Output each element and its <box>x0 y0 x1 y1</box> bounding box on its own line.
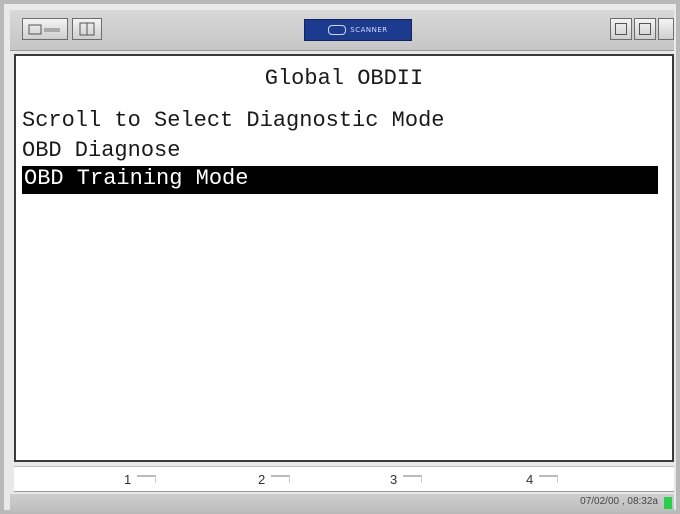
softkey-4-label: 4 <box>526 471 534 487</box>
softkey-icon <box>137 475 157 483</box>
softkey-3-label: 3 <box>390 471 398 487</box>
menu-item-obd-training-mode[interactable]: OBD Training Mode <box>22 166 658 194</box>
softkey-2[interactable]: 2 <box>258 470 291 488</box>
softkey-2-label: 2 <box>258 471 266 487</box>
softkey-icon <box>539 475 559 483</box>
brand-logo: SCANNER <box>304 19 412 41</box>
grid-icon-glyph <box>79 22 95 36</box>
print-icon-glyph <box>639 23 651 35</box>
folder-icon-glyph <box>28 24 60 35</box>
menu-item-obd-diagnose[interactable]: OBD Diagnose <box>22 138 180 164</box>
softkey-icon <box>271 475 291 483</box>
softkey-bar: 1 2 3 4 <box>14 466 674 492</box>
softkey-1-label: 1 <box>124 471 132 487</box>
window-icon[interactable] <box>610 18 632 40</box>
softkey-4[interactable]: 4 <box>526 470 559 488</box>
print-icon[interactable] <box>634 18 656 40</box>
top-toolbar: SCANNER <box>10 10 674 51</box>
status-bar: 07/02/00 , 08:32a <box>10 494 674 512</box>
folder-icon[interactable] <box>22 18 68 40</box>
softkey-1[interactable]: 1 <box>124 470 157 488</box>
brand-text: SCANNER <box>350 26 388 34</box>
screen-title: Global OBDII <box>264 66 424 91</box>
save-icon[interactable] <box>658 18 674 40</box>
selection-prompt: Scroll to Select Diagnostic Mode <box>22 108 445 133</box>
window-icon-glyph <box>615 23 627 35</box>
softkey-3[interactable]: 3 <box>390 470 423 488</box>
brand-logo-icon <box>328 25 347 35</box>
softkey-icon <box>403 475 423 483</box>
scan-tool-device: SCANNER Global OBDII Scroll to Select Di… <box>0 0 680 514</box>
status-datetime: 07/02/00 , 08:32a <box>580 496 658 507</box>
status-indicator <box>664 497 672 509</box>
display-screen: Global OBDII Scroll to Select Diagnostic… <box>14 54 674 462</box>
grid-icon[interactable] <box>72 18 102 40</box>
